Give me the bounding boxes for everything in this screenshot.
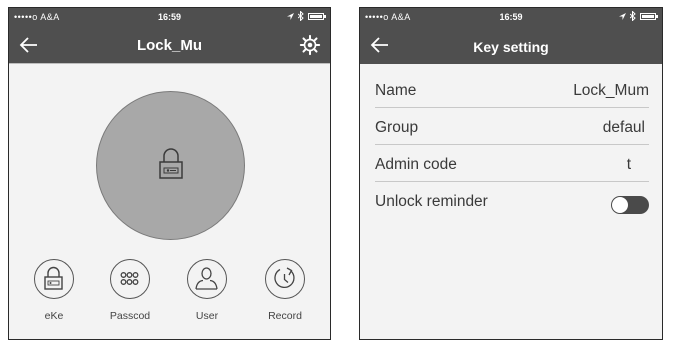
unlock-reminder-toggle[interactable]: [611, 196, 649, 214]
user-label: User: [195, 310, 219, 322]
record-button[interactable]: Record: [255, 259, 315, 322]
ekey-icon-ring: [34, 259, 74, 299]
padlock-icon: [159, 148, 183, 179]
group-row[interactable]: Group defaul: [375, 108, 649, 145]
record-label: Record: [268, 310, 302, 322]
battery-icon: [640, 12, 658, 20]
admin-code-row[interactable]: Admin code t: [375, 145, 649, 182]
unlock-button[interactable]: [96, 91, 245, 240]
status-time: 16:59: [499, 12, 523, 22]
padlock-icon: [44, 266, 63, 290]
location-icon: [287, 12, 294, 20]
record-icon-ring: [265, 259, 305, 299]
nav-bar: Lock_Mu: [9, 28, 330, 63]
status-bar: •••••o A&A 16:59: [9, 8, 330, 28]
user-icon: [195, 267, 218, 290]
status-bar: •••••o A&A 16:59: [360, 8, 662, 28]
unlock-reminder-row: Unlock reminder: [375, 182, 649, 219]
bluetooth-icon: [298, 11, 304, 21]
nav-divider: [9, 63, 330, 64]
bluetooth-icon: [630, 11, 636, 21]
name-label: Name: [375, 82, 417, 99]
group-label: Group: [375, 119, 419, 136]
nav-bar: Key setting: [360, 28, 662, 64]
admin-code-value: t: [626, 156, 631, 173]
key-setting-screen: •••••o A&A 16:59 Key setting Name Lock_M…: [359, 7, 663, 340]
user-button[interactable]: User: [177, 259, 237, 322]
name-row[interactable]: Name Lock_Mum: [375, 71, 649, 108]
group-value: defaul: [602, 119, 645, 136]
user-icon-ring: [187, 259, 227, 299]
lock-screen: •••••o A&A 16:59 Lock_Mu eKe Passcod Use…: [8, 7, 331, 340]
history-icon: [274, 267, 295, 289]
status-time: 16:59: [157, 12, 182, 22]
unlock-reminder-label: Unlock reminder: [375, 193, 488, 210]
passcode-label: Passcod: [109, 310, 151, 322]
location-icon: [619, 12, 626, 20]
page-title: Lock_Mu: [136, 37, 202, 54]
toggle-knob: [612, 197, 628, 213]
name-value: Lock_Mum: [573, 82, 649, 99]
ekey-button[interactable]: eKe: [24, 259, 84, 322]
gear-icon[interactable]: [299, 34, 321, 56]
battery-icon: [308, 12, 326, 20]
page-title: Key setting: [473, 39, 549, 55]
passcode-icon-ring: [110, 259, 150, 299]
admin-code-label: Admin code: [375, 156, 457, 173]
passcode-button[interactable]: Passcod: [100, 259, 160, 322]
ekey-label: eKe: [44, 310, 64, 322]
keypad-icon: [120, 272, 139, 285]
